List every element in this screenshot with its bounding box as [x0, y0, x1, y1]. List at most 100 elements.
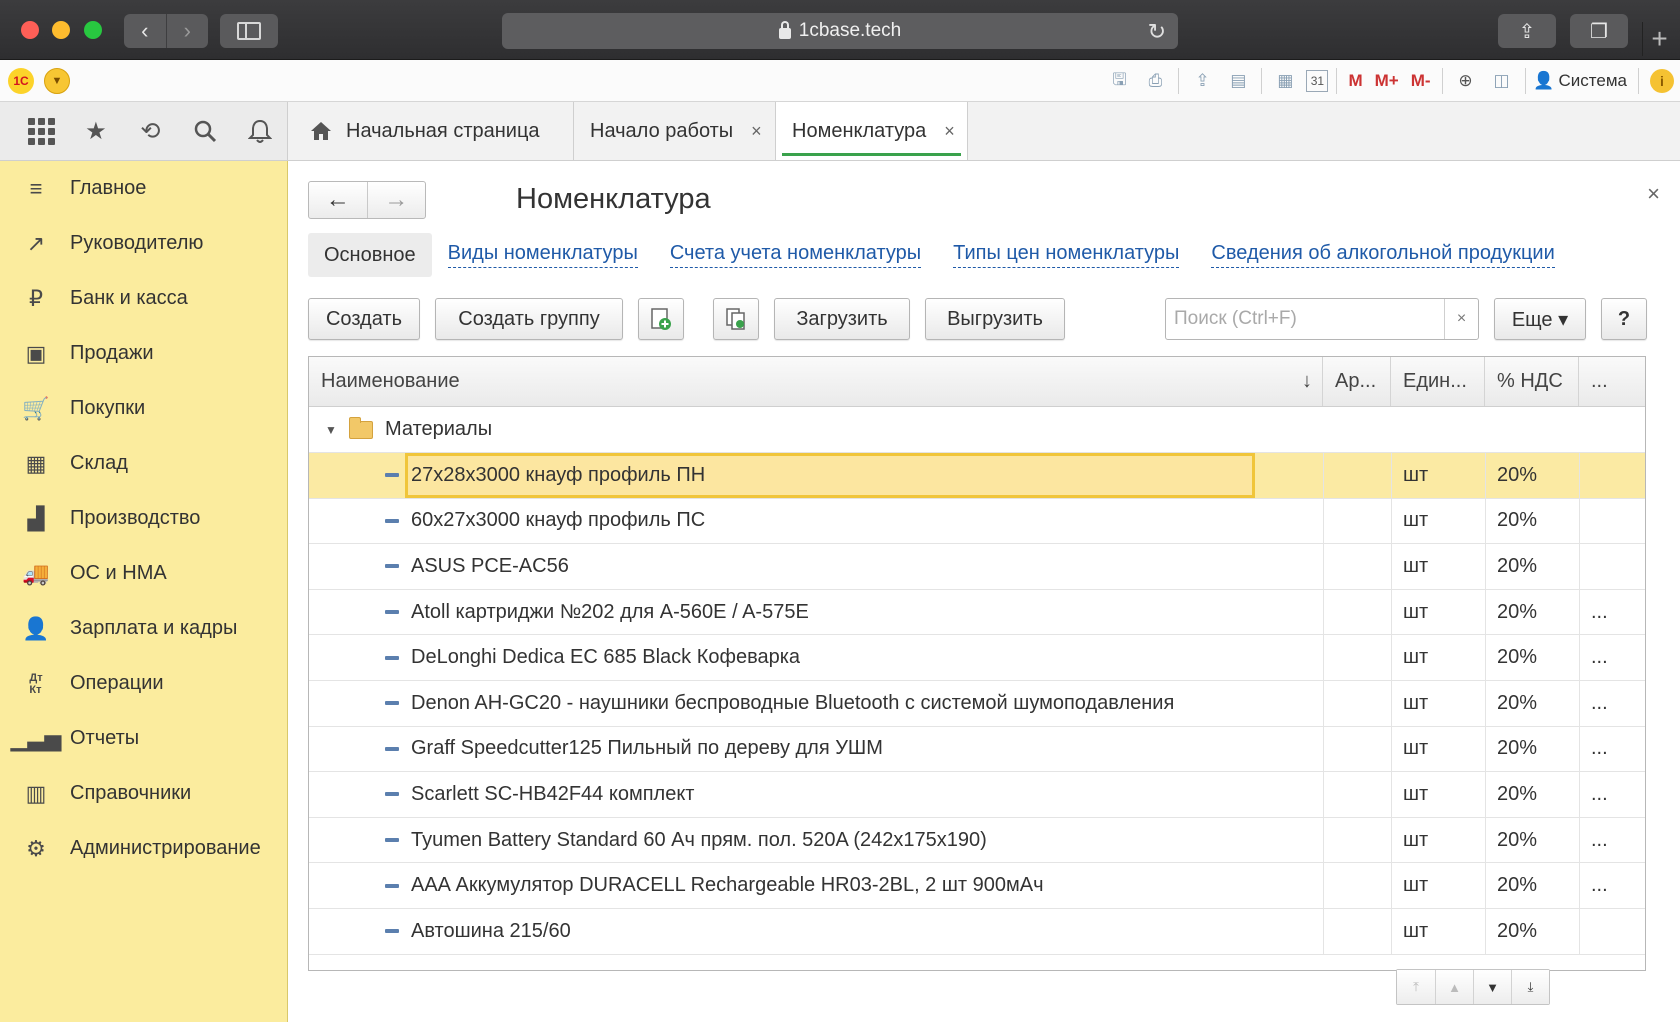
table-row[interactable]: Denon AH-GC20 - наушники беспроводные Bl…	[309, 680, 1645, 727]
table-row[interactable]: ASUS PCE-AC56 шт 20%	[309, 544, 1645, 590]
nav-link-accounts[interactable]: Счета учета номенклатуры	[669, 242, 922, 268]
window-minimize-button[interactable]	[52, 21, 70, 39]
cell-more[interactable]: ...	[1591, 635, 1608, 680]
main-menu-button[interactable]: ▼	[44, 68, 70, 94]
table-row[interactable]: 27x28x3000 кнауф профиль ПН шт 20%	[309, 453, 1645, 499]
sidebar-item-main[interactable]: ≡ Главное	[0, 161, 287, 216]
cell-name[interactable]: Автошина 215/60	[405, 909, 1255, 954]
table-row[interactable]: AAA Аккумулятор DURACELL Rechargeable HR…	[309, 863, 1645, 909]
sidebar-item-references[interactable]: ▥ Справочники	[0, 766, 287, 821]
calendar-icon[interactable]: 31	[1306, 70, 1329, 92]
cell-name[interactable]: 60x27x3000 кнауф профиль ПС	[405, 499, 1255, 544]
sidebar-item-assets[interactable]: 🚚 ОС и НМА	[0, 546, 287, 601]
nav-link-alcohol[interactable]: Сведения об алкогольной продукции	[1211, 242, 1555, 268]
memory-minus-button[interactable]: M-	[1411, 67, 1431, 95]
new-tab-button[interactable]: +	[1642, 22, 1676, 56]
address-bar[interactable]: 1cbase.tech ↻	[502, 13, 1178, 49]
column-article[interactable]: Ар...	[1323, 357, 1391, 406]
window-zoom-button[interactable]	[84, 21, 102, 39]
form-forward-button[interactable]: →	[366, 182, 426, 218]
load-button[interactable]: Загрузить	[774, 298, 910, 340]
info-icon[interactable]: i	[1650, 69, 1674, 93]
cell-name[interactable]: 27x28x3000 кнауф профиль ПН	[405, 453, 1255, 498]
form-close-icon[interactable]: ×	[1647, 181, 1660, 207]
tab-getting-started[interactable]: Начало работы ×	[574, 102, 776, 160]
cell-more[interactable]: ...	[1591, 681, 1608, 726]
sidebar-item-warehouse[interactable]: ▦ Склад	[0, 436, 287, 491]
table-row[interactable]: Автошина 215/60 шт 20%	[309, 908, 1645, 955]
memory-button[interactable]: M	[1348, 67, 1362, 95]
cell-name[interactable]: AAA Аккумулятор DURACELL Rechargeable HR…	[405, 863, 1255, 908]
cell-name[interactable]: Atoll картриджи №202 для A-560E / A-575E	[405, 590, 1255, 635]
sidebar-item-admin[interactable]: ⚙ Администрирование	[0, 821, 287, 876]
sidebar-item-reports[interactable]: ▁▃▅ Отчеты	[0, 711, 287, 766]
tab-close-icon[interactable]: ×	[751, 121, 762, 142]
cell-more[interactable]: ...	[1591, 590, 1608, 635]
memory-plus-button[interactable]: M+	[1375, 67, 1399, 95]
save-icon[interactable]: 🖫	[1104, 67, 1134, 95]
more-button[interactable]: Еще ▾	[1494, 298, 1586, 340]
column-vat[interactable]: % НДС	[1485, 357, 1579, 406]
tab-home[interactable]: Начальная страница	[288, 102, 574, 160]
scroll-top-button[interactable]: ⤒	[1397, 970, 1435, 1004]
calculator-icon[interactable]: ▦	[1270, 67, 1300, 95]
cell-more[interactable]: ...	[1591, 818, 1608, 863]
browser-back-button[interactable]: ‹	[124, 14, 166, 48]
search-field[interactable]: Поиск (Ctrl+F) ×	[1165, 298, 1479, 340]
reload-icon[interactable]: ↻	[1148, 19, 1166, 45]
upload-icon[interactable]: ⇪	[1187, 67, 1217, 95]
favorites-button[interactable]: ★	[69, 102, 124, 160]
window-close-button[interactable]	[21, 21, 39, 39]
notifications-button[interactable]	[232, 102, 287, 160]
cell-name[interactable]: Scarlett SC-HB42F44 комплект	[405, 772, 1255, 817]
all-functions-button[interactable]	[14, 102, 69, 160]
search-button[interactable]	[178, 102, 233, 160]
sidebar-item-salary[interactable]: 👤 Зарплата и кадры	[0, 601, 287, 656]
column-unit[interactable]: Един...	[1391, 357, 1485, 406]
print-preview-icon[interactable]: ▤	[1223, 67, 1253, 95]
cell-name[interactable]: DeLonghi Dedica EC 685 Black Кофеварка	[405, 635, 1255, 680]
cell-name[interactable]: ASUS PCE-AC56	[405, 544, 1255, 589]
cell-more[interactable]: ...	[1591, 727, 1608, 772]
panels-icon[interactable]: ◫	[1487, 67, 1517, 95]
column-name[interactable]: Наименование ↓	[309, 357, 1323, 406]
sidebar-item-manager[interactable]: ↗ Руководителю	[0, 216, 287, 271]
copy-button[interactable]	[638, 298, 684, 340]
tab-close-icon[interactable]: ×	[944, 121, 955, 142]
cell-name[interactable]: Denon AH-GC20 - наушники беспроводные Bl…	[405, 681, 1255, 726]
table-row[interactable]: Graff Speedcutter125 Пильный по дереву д…	[309, 726, 1645, 773]
browser-sidebar-button[interactable]	[220, 14, 278, 48]
table-row[interactable]: DeLonghi Dedica EC 685 Black Кофеварка шт…	[309, 635, 1645, 681]
column-more[interactable]: ...	[1579, 357, 1645, 406]
current-user[interactable]: Система	[1559, 71, 1627, 91]
sidebar-item-bank[interactable]: ₽ Банк и касса	[0, 271, 287, 326]
sidebar-item-operations[interactable]: Дт Кт Операции	[0, 656, 287, 711]
nav-link-kinds[interactable]: Виды номенклатуры	[447, 242, 638, 268]
table-row[interactable]: Scarlett SC-HB42F44 комплект шт 20%...	[309, 772, 1645, 818]
history-button[interactable]: ⟲	[123, 102, 178, 160]
copy-documents-button[interactable]	[713, 298, 759, 340]
scroll-up-button[interactable]: ▲	[1435, 970, 1473, 1004]
search-input[interactable]: Поиск (Ctrl+F)	[1166, 308, 1444, 330]
form-back-button[interactable]: ←	[309, 182, 367, 218]
print-icon[interactable]: ⎙	[1140, 67, 1170, 95]
tab-overview-button[interactable]: ❐	[1570, 14, 1628, 48]
unload-button[interactable]: Выгрузить	[925, 298, 1065, 340]
group-row[interactable]: ▼ Материалы	[309, 407, 1645, 453]
cell-name[interactable]: Graff Speedcutter125 Пильный по дереву д…	[405, 727, 1255, 772]
zoom-icon[interactable]: ⊕	[1451, 67, 1481, 95]
table-row[interactable]: Tyumen Battery Standard 60 Ач прям. пол.…	[309, 817, 1645, 864]
cell-more[interactable]: ...	[1591, 772, 1608, 817]
sidebar-item-purchases[interactable]: 🛒 Покупки	[0, 381, 287, 436]
sidebar-item-production[interactable]: ▟ Производство	[0, 491, 287, 546]
table-row[interactable]: Atoll картриджи №202 для A-560E / A-575E…	[309, 589, 1645, 636]
browser-forward-button[interactable]: ›	[165, 14, 209, 48]
search-clear-icon[interactable]: ×	[1444, 299, 1478, 339]
create-button[interactable]: Создать	[308, 298, 420, 340]
expand-triangle-icon[interactable]: ▼	[325, 407, 337, 452]
create-group-button[interactable]: Создать группу	[435, 298, 623, 340]
nav-current-main[interactable]: Основное	[308, 233, 432, 277]
help-button[interactable]: ?	[1601, 298, 1647, 340]
cell-more[interactable]: ...	[1591, 863, 1608, 908]
tab-nomenclature[interactable]: Номенклатура ×	[776, 102, 968, 160]
